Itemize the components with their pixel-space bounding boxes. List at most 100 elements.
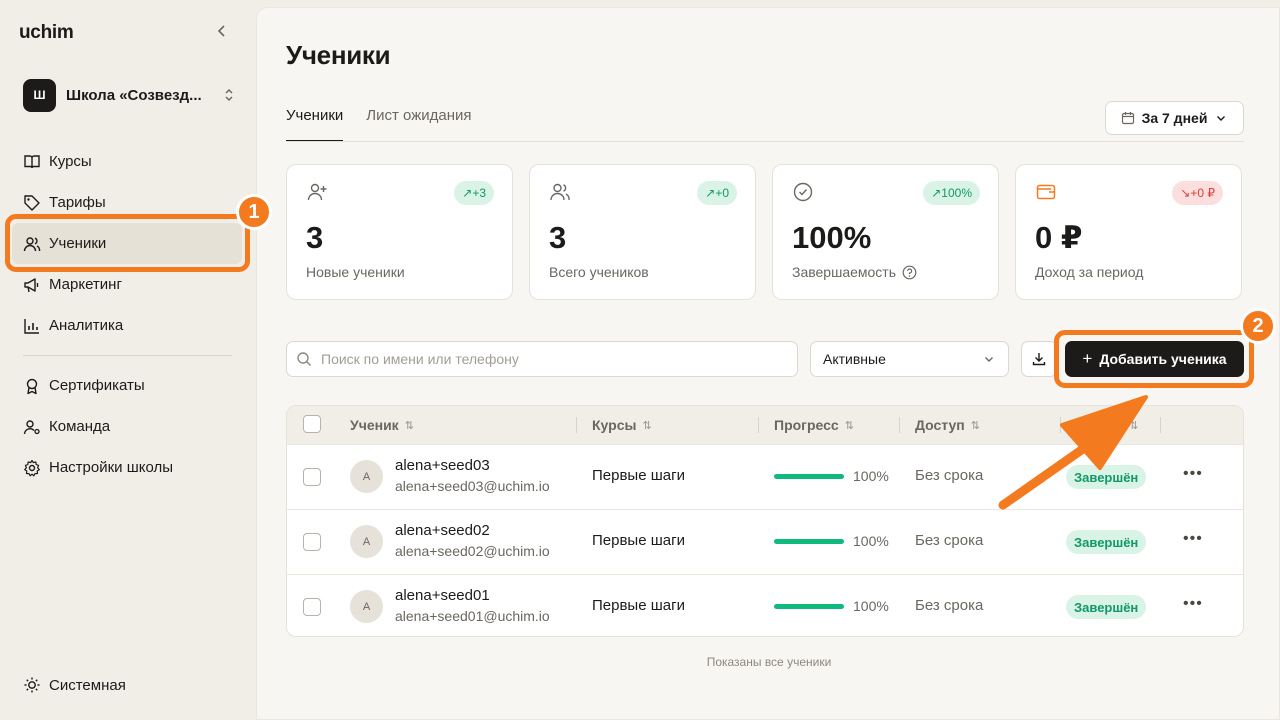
sun-icon: [24, 677, 40, 693]
student-course: Первые шаги: [592, 467, 685, 484]
column-access[interactable]: Доступ ⇅: [915, 406, 980, 444]
status-badge: Завершён: [1066, 595, 1147, 619]
sort-icon: ⇅: [642, 419, 652, 432]
more-actions-icon[interactable]: •••: [1183, 465, 1203, 483]
collapse-sidebar-icon[interactable]: [214, 24, 230, 42]
book-icon: [24, 154, 40, 168]
nav-label: Тарифы: [49, 194, 106, 211]
nav-item-school-settings[interactable]: Настройки школы: [12, 447, 242, 488]
avatar: A: [350, 525, 383, 558]
stat-card-total-students: ↗ +0 3 Всего учеников: [529, 164, 756, 300]
row-checkbox[interactable]: [303, 533, 321, 551]
check-circle-icon: [793, 182, 813, 202]
progress-value: 100%: [853, 533, 889, 549]
tab-waitlist[interactable]: Лист ожидания: [366, 100, 471, 142]
users-icon: [550, 183, 570, 201]
trend-value: +0: [715, 186, 729, 200]
nav-item-certificates[interactable]: Сертификаты: [12, 365, 242, 406]
column-label: Ученик: [350, 417, 399, 433]
sort-icon: ⇅: [404, 419, 414, 432]
brand-logo: uchim: [19, 22, 74, 43]
chevron-down-icon: [985, 357, 993, 362]
progress-bar: [774, 474, 844, 479]
table-row[interactable]: A alena+seed01 alena+seed01@uchim.io Пер…: [287, 574, 1243, 636]
page-title: Ученики: [286, 40, 391, 70]
column-progress[interactable]: Прогресс ⇅: [774, 406, 854, 444]
column-divider: [758, 417, 759, 433]
trend-badge: ↘ +0 ₽: [1172, 181, 1223, 205]
nav-item-courses[interactable]: Курсы: [12, 141, 242, 182]
step-badge-1: 1: [236, 194, 272, 230]
table-header: Ученик ⇅ Курсы ⇅ Прогресс ⇅ Доступ ⇅ Статус ⇅: [287, 406, 1243, 444]
highlight-students-nav: [5, 214, 250, 272]
stat-card-completion: ↗ 100% 100% Завершаемость: [772, 164, 999, 300]
chevron-down-icon: [1217, 116, 1226, 121]
search-field[interactable]: [286, 341, 798, 377]
column-divider: [1160, 417, 1161, 433]
theme-switcher[interactable]: Системная: [23, 676, 126, 694]
nav-label: Сертификаты: [49, 377, 145, 394]
select-all-checkbox[interactable]: [303, 415, 321, 433]
stat-value: 100%: [792, 220, 872, 255]
row-checkbox[interactable]: [303, 598, 321, 616]
stat-label-text: Доход за период: [1035, 264, 1144, 280]
student-course: Первые шаги: [592, 532, 685, 549]
help-circle-icon[interactable]: [902, 265, 917, 280]
stat-value: 0 ₽: [1035, 220, 1083, 255]
table-row[interactable]: A alena+seed03 alena+seed03@uchim.io Пер…: [287, 444, 1243, 509]
trend-up-icon: ↗: [705, 186, 716, 200]
sidebar: uchim Ш Школа «Созвезд... Курсы Тарифы У…: [0, 0, 256, 720]
more-actions-icon[interactable]: •••: [1183, 595, 1203, 613]
student-course: Первые шаги: [592, 597, 685, 614]
trend-value: 100%: [941, 186, 972, 200]
school-switcher[interactable]: Ш Школа «Созвезд...: [23, 78, 235, 112]
status-badge: Завершён: [1066, 465, 1147, 489]
theme-label: Системная: [49, 676, 126, 694]
avatar: A: [350, 460, 383, 493]
trend-up-icon: ↗: [931, 186, 942, 200]
sort-icon: ⇅: [1129, 419, 1139, 432]
step-badge-2: 2: [1240, 308, 1276, 344]
sort-icon: ⇅: [970, 419, 980, 432]
stat-label-text: Всего учеников: [549, 264, 649, 280]
stat-value: 3: [306, 220, 324, 255]
student-name[interactable]: alena+seed02: [395, 522, 490, 539]
student-email: alena+seed03@uchim.io: [395, 478, 550, 494]
student-name[interactable]: alena+seed01: [395, 587, 490, 604]
nav-divider: [23, 355, 232, 356]
stat-card-revenue: ↘ +0 ₽ 0 ₽ Доход за период: [1015, 164, 1242, 300]
nav-item-team[interactable]: Команда: [12, 406, 242, 447]
progress-bar: [774, 604, 844, 609]
stat-label: Завершаемость: [792, 264, 917, 280]
stat-label: Новые ученики: [306, 264, 405, 280]
search-input[interactable]: [321, 351, 781, 367]
row-checkbox[interactable]: [303, 468, 321, 486]
gear-icon: [24, 459, 40, 476]
table-row[interactable]: A alena+seed02 alena+seed02@uchim.io Пер…: [287, 509, 1243, 574]
column-student[interactable]: Ученик ⇅: [350, 406, 414, 444]
period-select[interactable]: За 7 дней: [1105, 101, 1244, 135]
user-plus-icon: [307, 183, 327, 201]
tab-students[interactable]: Ученики: [286, 100, 344, 142]
column-status[interactable]: Статус ⇅: [1076, 406, 1138, 444]
status-badge: Завершён: [1066, 530, 1147, 554]
trend-badge: ↗ +0: [697, 181, 737, 205]
team-icon: [23, 419, 40, 434]
column-label: Статус: [1076, 417, 1124, 433]
access-value: Без срока: [915, 597, 984, 614]
trend-up-icon: ↗: [462, 186, 473, 200]
sort-icon: ⇅: [844, 419, 854, 432]
nav-item-analytics[interactable]: Аналитика: [12, 305, 242, 346]
table-footer-note: Показаны все ученики: [706, 655, 832, 669]
nav-label: Курсы: [49, 153, 92, 170]
more-actions-icon[interactable]: •••: [1183, 530, 1203, 548]
column-label: Курсы: [592, 417, 637, 433]
nav-label: Команда: [49, 418, 111, 435]
export-button[interactable]: [1021, 341, 1057, 377]
status-filter-select[interactable]: Активные: [810, 341, 1009, 377]
stats-row: ↗ +3 3 Новые ученики ↗ +0 3 Всего учеников…: [286, 164, 1242, 300]
trend-value: +3: [472, 186, 486, 200]
student-name[interactable]: alena+seed03: [395, 457, 490, 474]
column-courses[interactable]: Курсы ⇅: [592, 406, 652, 444]
school-avatar: Ш: [23, 78, 56, 112]
